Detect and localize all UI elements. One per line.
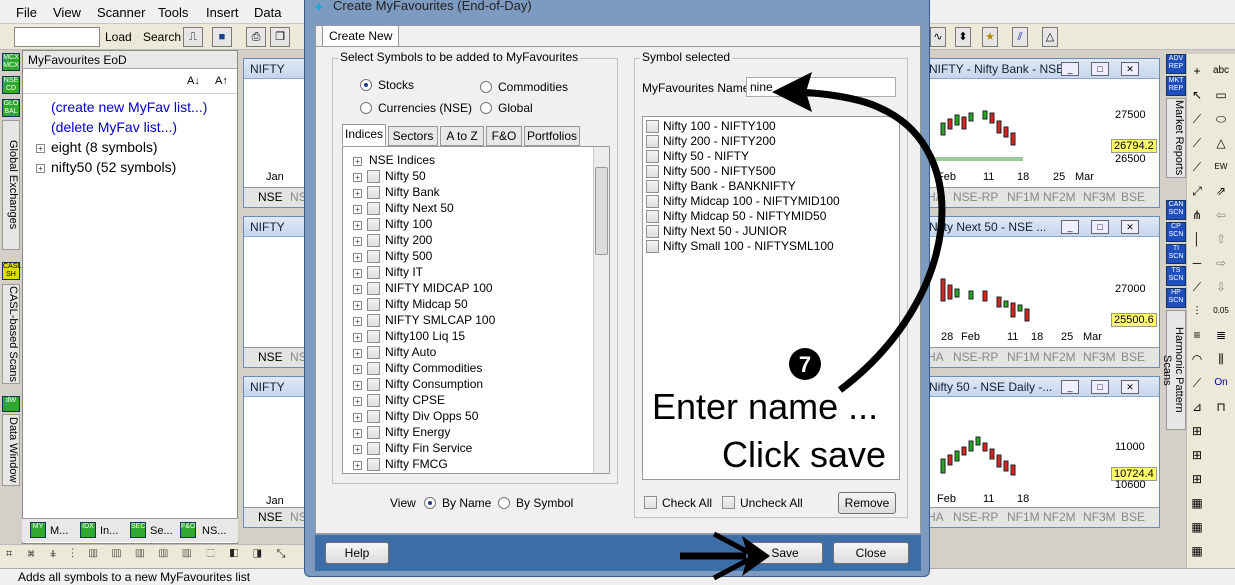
annotation-overlay: 7 bbox=[680, 72, 946, 581]
arrowhead-to-name bbox=[772, 72, 812, 112]
arrowhead-to-save bbox=[742, 536, 770, 576]
step-number: 7 bbox=[799, 352, 811, 377]
annotation-line-2: Click save bbox=[722, 434, 887, 475]
curved-arrow bbox=[789, 88, 946, 393]
annotation-line-1: Enter name ... bbox=[652, 386, 879, 427]
